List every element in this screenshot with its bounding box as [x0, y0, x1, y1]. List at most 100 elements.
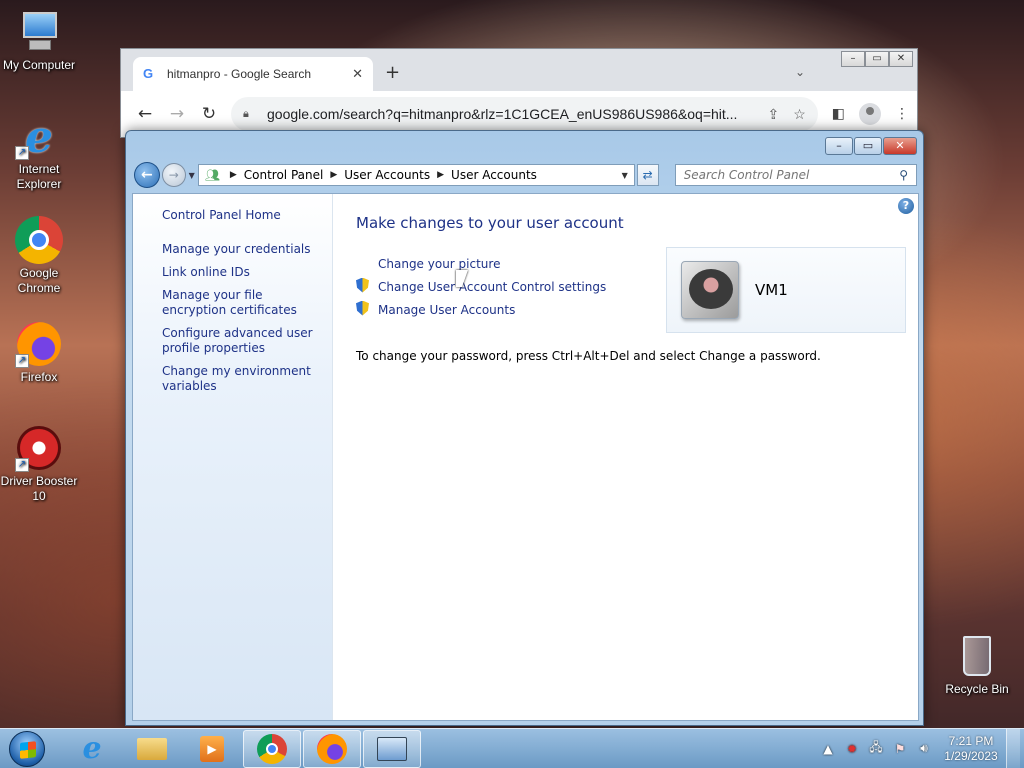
breadcrumb-user-accounts-current[interactable]: User Accounts	[451, 168, 537, 182]
mouse-cursor-icon	[456, 270, 468, 287]
password-note: To change your password, press Ctrl+Alt+…	[356, 349, 821, 363]
page-title: Make changes to your user account	[356, 214, 624, 232]
desktop-icon-label: Google Chrome	[17, 266, 61, 295]
taskbar-internet-explorer[interactable]: e	[63, 730, 121, 768]
shortcut-arrow-icon: ↗	[15, 458, 29, 472]
profile-avatar-icon[interactable]	[859, 103, 881, 125]
control-panel-icon	[377, 736, 407, 761]
maximize-button[interactable]: ▭	[854, 137, 882, 155]
show-hidden-icons-icon[interactable]: ▲	[820, 742, 836, 756]
shortcut-arrow-icon: ↗	[15, 354, 29, 368]
users-icon: 👥︎	[204, 168, 221, 182]
address-dropdown-icon[interactable]: ▼	[622, 171, 628, 180]
google-icon: G	[143, 66, 154, 81]
driver-booster-tray-icon[interactable]: ✹	[844, 742, 860, 756]
recent-pages-chevron-icon[interactable]: ▼	[189, 171, 195, 180]
system-tray: ▲ ✹ 🖧︎ ⚑ 🔊︎ 7:21 PM 1/29/2023	[816, 728, 1024, 768]
browser-window[interactable]: – ▭ ✕ G hitmanpro - Google Search ✕ + ⌄ …	[120, 48, 918, 138]
breadcrumb-control-panel[interactable]: Control Panel	[244, 168, 324, 182]
refresh-button[interactable]: ⇄	[636, 164, 659, 186]
desktop-icon-label: Internet Explorer	[16, 162, 62, 191]
bookmark-star-icon[interactable]: ☆	[793, 106, 806, 123]
control-panel-window[interactable]: – ▭ ✕ ← → ▼ 👥︎ ▶ Control Panel ▶ User Ac…	[125, 130, 924, 726]
clock[interactable]: 7:21 PM 1/29/2023	[936, 734, 1006, 764]
tab-title: hitmanpro - Google Search	[167, 67, 312, 81]
file-encryption-link[interactable]: Manage your file encryption certificates	[162, 288, 322, 318]
task-label[interactable]: Change your picture	[378, 257, 500, 271]
desktop-icon-google-chrome[interactable]: Google Chrome	[0, 216, 78, 296]
breadcrumb-user-accounts[interactable]: User Accounts	[344, 168, 430, 182]
chrome-icon	[257, 733, 287, 764]
desktop-icon-recycle-bin[interactable]: Recycle Bin	[938, 632, 1016, 697]
taskbar-control-panel[interactable]	[363, 729, 421, 768]
breadcrumb-separator-icon[interactable]: ▶	[330, 170, 337, 180]
search-icon[interactable]: ⚲	[899, 168, 908, 182]
taskbar-file-explorer[interactable]	[123, 730, 181, 768]
desktop-icon-label: Driver Booster 10	[0, 474, 78, 503]
media-player-icon: ▶	[200, 735, 224, 762]
address-bar[interactable]: 🔒︎ google.com/search?q=hitmanpro&rlz=1C1…	[231, 97, 818, 131]
account-picture	[681, 261, 739, 319]
search-input[interactable]	[683, 168, 900, 182]
tab-search-chevron-icon[interactable]: ⌄	[795, 65, 805, 79]
clock-date: 1/29/2023	[944, 748, 998, 763]
back-button[interactable]: ←	[134, 162, 160, 188]
firefox-icon: ↗	[15, 320, 63, 368]
task-label[interactable]: Manage User Accounts	[378, 303, 515, 317]
side-panel-icon[interactable]: ◧	[832, 106, 845, 122]
share-icon[interactable]: ⇪	[767, 106, 779, 123]
uac-shield-icon	[356, 277, 369, 293]
maximize-button[interactable]: ▭	[865, 51, 889, 67]
advanced-profile-link[interactable]: Configure advanced user profile properti…	[162, 326, 322, 356]
control-panel-home-link[interactable]: Control Panel Home	[162, 208, 332, 222]
environment-variables-link[interactable]: Change my environment variables	[162, 364, 322, 394]
breadcrumb[interactable]: 👥︎ ▶ Control Panel ▶ User Accounts ▶ Use…	[197, 164, 635, 186]
new-tab-button[interactable]: +	[385, 62, 400, 83]
forward-button[interactable]: →	[161, 163, 186, 187]
browser-caption-buttons: – ▭ ✕	[841, 51, 913, 67]
desktop-icon-internet-explorer[interactable]: e ↗ Internet Explorer	[0, 112, 78, 192]
manage-credentials-link[interactable]: Manage your credentials	[162, 242, 322, 257]
desktop-icon-label: Firefox	[20, 370, 58, 384]
forward-arrow-icon[interactable]: →	[161, 104, 193, 124]
window-caption-buttons: – ▭ ✕	[825, 137, 917, 155]
volume-icon[interactable]: 🔊︎	[916, 741, 932, 756]
control-panel-content: Control Panel Home Manage your credentia…	[132, 193, 919, 721]
account-name: VM1	[755, 281, 788, 299]
close-button[interactable]: ✕	[883, 137, 917, 155]
network-icon[interactable]: 🖧︎	[868, 738, 884, 759]
uac-shield-icon	[356, 300, 369, 316]
reload-icon[interactable]: ↻	[193, 104, 225, 124]
help-icon[interactable]: ?	[898, 198, 914, 214]
start-button[interactable]	[9, 730, 45, 767]
url-text: google.com/search?q=hitmanpro&rlz=1C1GCE…	[267, 106, 738, 122]
taskbar-media-player[interactable]: ▶	[183, 730, 241, 768]
search-box[interactable]: ⚲	[674, 164, 917, 186]
desktop-icon-my-computer[interactable]: My Computer	[0, 8, 78, 73]
breadcrumb-separator-icon[interactable]: ▶	[230, 170, 237, 180]
clock-time: 7:21 PM	[948, 733, 994, 748]
close-button[interactable]: ✕	[889, 51, 913, 67]
taskbar-google-chrome[interactable]	[243, 729, 301, 768]
menu-kebab-icon[interactable]: ⋮	[895, 106, 909, 122]
action-center-flag-icon[interactable]: ⚑	[892, 742, 908, 756]
taskbar-firefox[interactable]	[303, 729, 361, 768]
taskbar: e ▶ ▲ ✹ 🖧︎ ⚑ 🔊︎ 7:21 PM 1/29/2023	[0, 728, 1024, 768]
desktop-icon-firefox[interactable]: ↗ Firefox	[0, 320, 78, 385]
show-desktop-button[interactable]	[1006, 728, 1020, 768]
task-label[interactable]: Change User Account Control settings	[378, 280, 606, 294]
firefox-icon	[317, 733, 347, 764]
tab-close-icon[interactable]: ✕	[352, 66, 363, 82]
driver-booster-icon: ↗	[15, 424, 63, 472]
link-online-ids-link[interactable]: Link online IDs	[162, 265, 322, 280]
tasks-pane: Control Panel Home Manage your credentia…	[133, 194, 333, 720]
browser-tab[interactable]: G hitmanpro - Google Search ✕	[133, 57, 373, 91]
recycle-bin-icon	[953, 632, 1001, 680]
chrome-icon	[15, 216, 63, 264]
minimize-button[interactable]: –	[841, 51, 865, 67]
minimize-button[interactable]: –	[825, 137, 853, 155]
breadcrumb-separator-icon[interactable]: ▶	[437, 170, 444, 180]
desktop-icon-driver-booster[interactable]: ↗ Driver Booster 10	[0, 424, 78, 504]
desktop-icon-label: My Computer	[2, 58, 76, 72]
back-arrow-icon[interactable]: ←	[129, 104, 161, 124]
